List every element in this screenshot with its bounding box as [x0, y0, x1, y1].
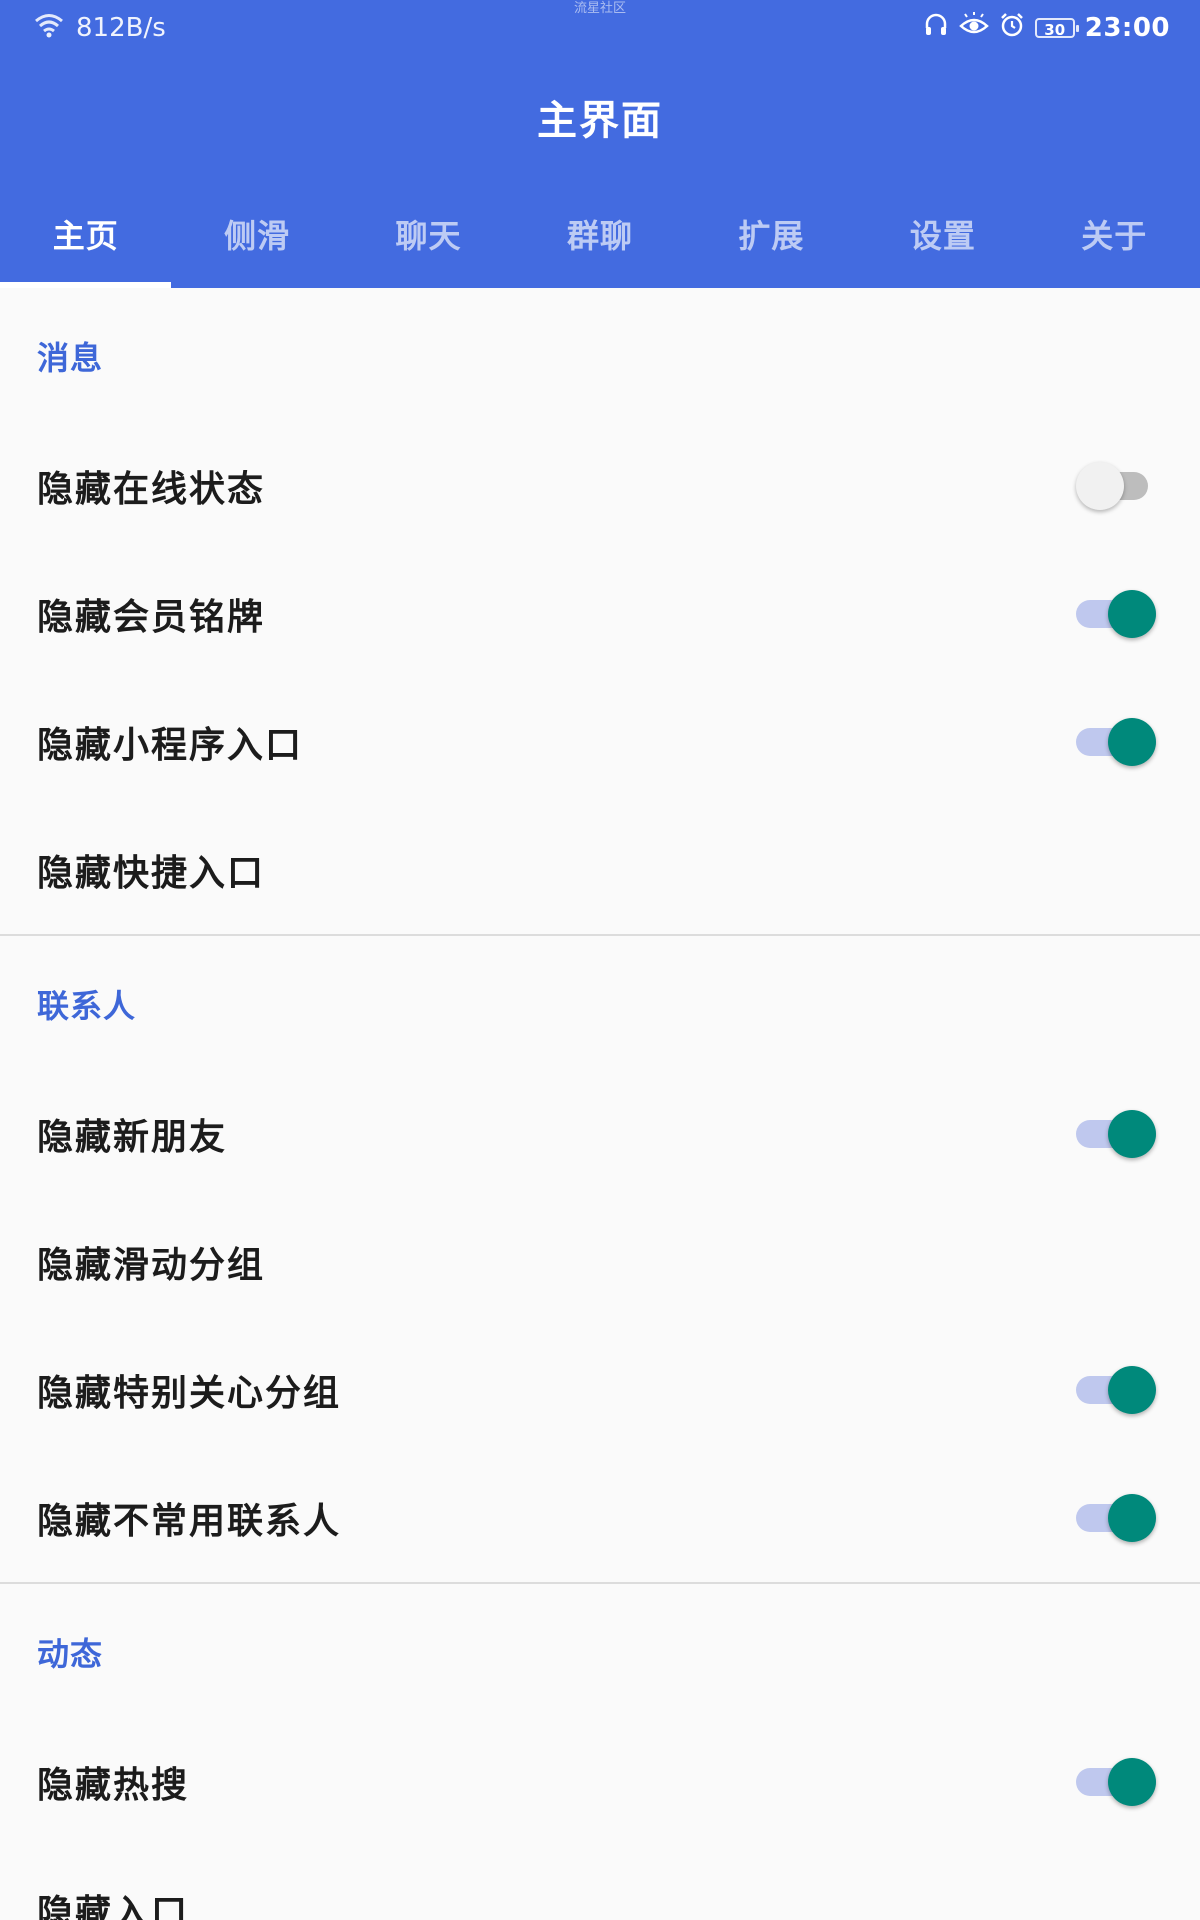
setting-label: 隐藏小程序入口 [37, 725, 304, 766]
setting-label: 隐藏快捷入口 [37, 853, 266, 894]
setting-hide-hot-search[interactable]: 隐藏热搜 [0, 1718, 1200, 1846]
tab-group-chat[interactable]: 群聊 [514, 200, 685, 288]
section-feed: 动态 隐藏热搜 隐藏入口 [0, 1584, 1200, 1920]
setting-label: 隐藏新朋友 [37, 1117, 228, 1158]
tab-chat[interactable]: 聊天 [343, 200, 514, 288]
setting-hide-mini-program-entry[interactable]: 隐藏小程序入口 [0, 678, 1200, 806]
status-watermark: 流星社区 [573, 1, 627, 16]
setting-hide-new-friends[interactable]: 隐藏新朋友 [0, 1070, 1200, 1198]
status-time: 23:00 [1084, 13, 1170, 43]
section-title: 动态 [37, 1635, 104, 1673]
setting-hide-vip-badge[interactable]: 隐藏会员铭牌 [0, 550, 1200, 678]
toggle-switch[interactable] [1076, 1108, 1156, 1160]
setting-label: 隐藏入口 [37, 1893, 190, 1920]
toggle-switch[interactable] [1076, 460, 1156, 512]
setting-hide-entry[interactable]: 隐藏入口 [0, 1846, 1200, 1920]
setting-label: 隐藏会员铭牌 [37, 597, 266, 638]
setting-label: 隐藏不常用联系人 [37, 1501, 342, 1542]
setting-label: 隐藏滑动分组 [37, 1245, 266, 1286]
setting-label: 隐藏热搜 [37, 1765, 190, 1806]
headset-icon [923, 12, 949, 45]
setting-label: 隐藏在线状态 [37, 469, 266, 510]
tab-extensions[interactable]: 扩展 [686, 200, 857, 288]
alarm-icon [999, 12, 1025, 45]
battery-icon: 30 [1034, 18, 1079, 39]
eye-icon [958, 11, 989, 45]
section-messages: 消息 隐藏在线状态 隐藏会员铭牌 隐藏小程序入口 隐藏快捷入口 [0, 288, 1200, 934]
page-title: 主界面 [537, 98, 663, 144]
setting-hide-special-care-group[interactable]: 隐藏特别关心分组 [0, 1326, 1200, 1454]
app-screen: 812B/s 流星社区 30 23:00 主界面 主页 侧滑 聊天 群聊 扩展 … [0, 0, 1200, 1920]
network-speed: 812B/s [76, 13, 166, 43]
setting-hide-infrequent-contacts[interactable]: 隐藏不常用联系人 [0, 1454, 1200, 1582]
section-title: 联系人 [37, 987, 137, 1025]
toggle-switch[interactable] [1076, 588, 1156, 640]
app-header: 812B/s 流星社区 30 23:00 主界面 主页 侧滑 聊天 群聊 扩展 … [0, 0, 1200, 288]
section-title: 消息 [37, 339, 104, 377]
toggle-switch[interactable] [1076, 716, 1156, 768]
tab-sidebar[interactable]: 侧滑 [171, 200, 342, 288]
setting-label: 隐藏特别关心分组 [37, 1373, 342, 1414]
setting-hide-slide-groups[interactable]: 隐藏滑动分组 [0, 1198, 1200, 1326]
status-right: 30 23:00 [923, 11, 1170, 45]
wifi-icon [34, 12, 64, 45]
toggle-switch[interactable] [1076, 1364, 1156, 1416]
setting-hide-online-status[interactable]: 隐藏在线状态 [0, 422, 1200, 550]
toggle-switch[interactable] [1076, 1756, 1156, 1808]
tab-about[interactable]: 关于 [1029, 200, 1200, 288]
toggle-switch[interactable] [1076, 1492, 1156, 1544]
settings-content[interactable]: 消息 隐藏在线状态 隐藏会员铭牌 隐藏小程序入口 隐藏快捷入口 联系人 隐藏新朋… [0, 288, 1200, 1920]
tab-home[interactable]: 主页 [0, 200, 172, 288]
tab-settings[interactable]: 设置 [857, 200, 1028, 288]
status-bar: 812B/s 流星社区 30 23:00 [0, 0, 1200, 56]
section-contacts: 联系人 隐藏新朋友 隐藏滑动分组 隐藏特别关心分组 隐藏不常用联系人 [0, 936, 1200, 1582]
status-left: 812B/s [34, 12, 166, 44]
tab-bar: 主页 侧滑 聊天 群聊 扩展 设置 关于 [0, 200, 1200, 288]
setting-hide-shortcut-entry[interactable]: 隐藏快捷入口 [0, 806, 1200, 934]
